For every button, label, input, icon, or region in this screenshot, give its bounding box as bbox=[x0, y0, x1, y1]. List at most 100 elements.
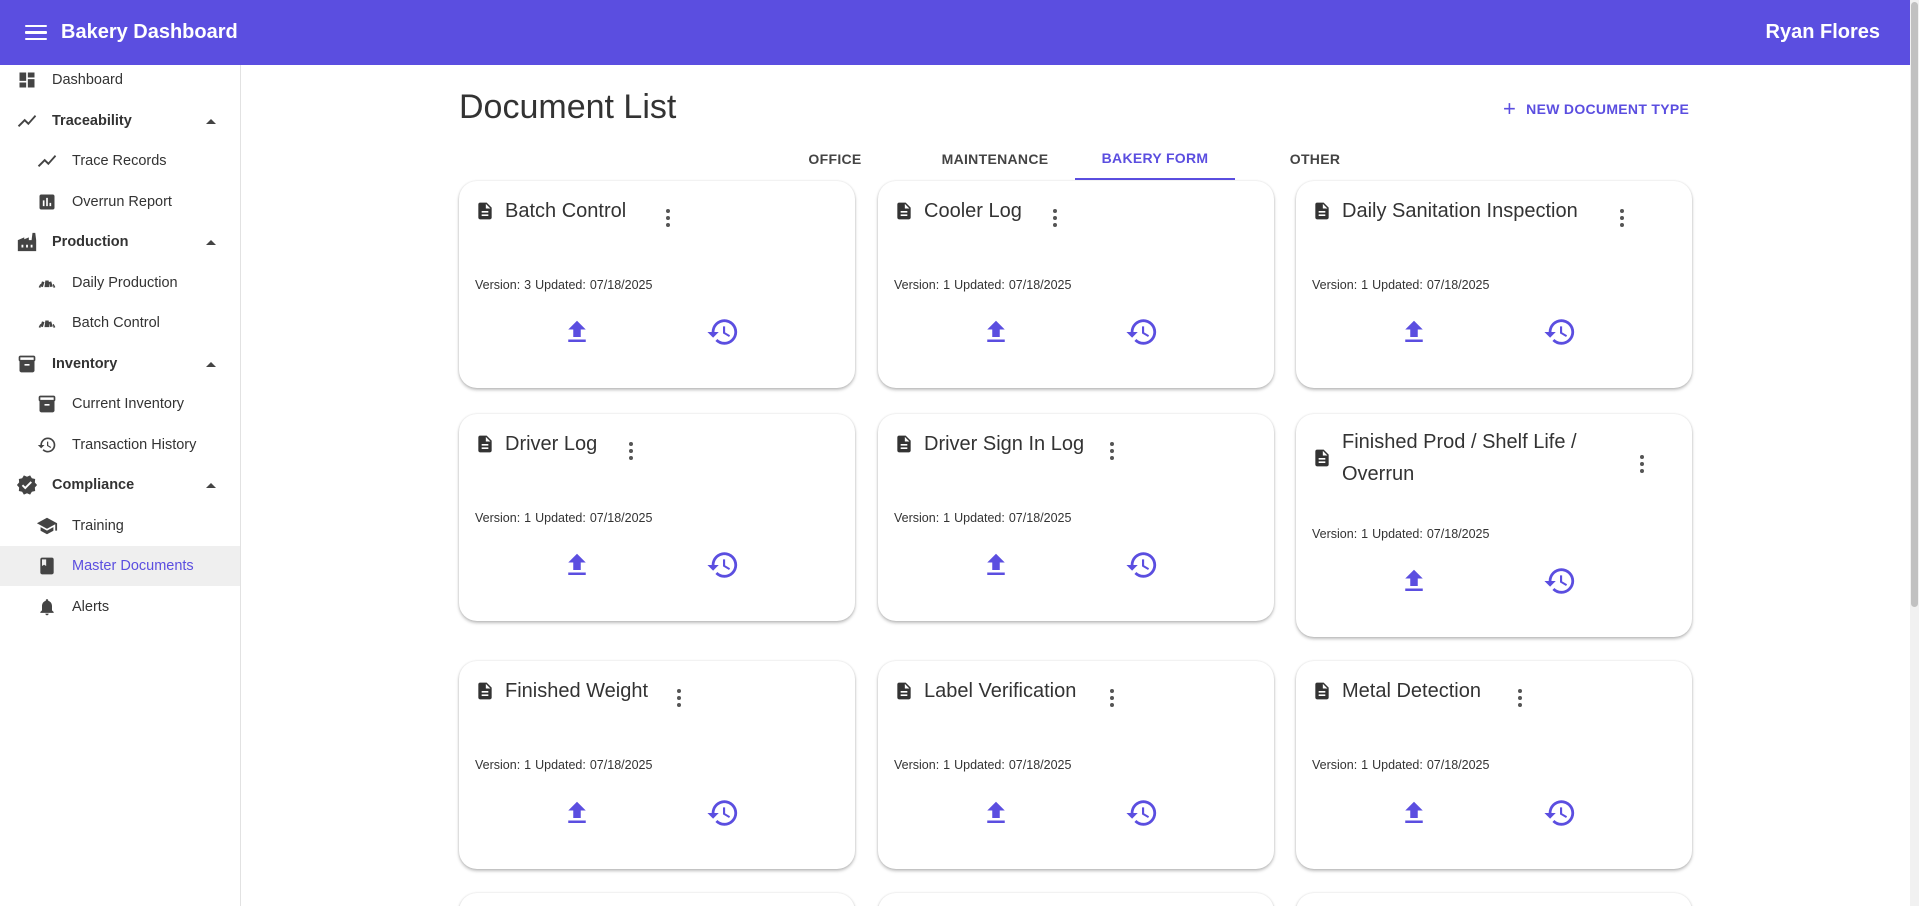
document-card[interactable]: Cooler Log Version: 1 Updated: 07/18/2025 bbox=[878, 181, 1274, 388]
document-card-partial[interactable] bbox=[459, 893, 855, 906]
more-options-icon[interactable] bbox=[1045, 206, 1065, 230]
document-card-partial[interactable] bbox=[1296, 893, 1692, 906]
document-title: Driver Log bbox=[505, 433, 598, 455]
sidebar-item-current-inventory[interactable]: Current Inventory bbox=[0, 384, 240, 424]
version-label: Version: bbox=[475, 511, 521, 525]
document-icon bbox=[894, 433, 914, 455]
updated-label: Updated: bbox=[954, 278, 1005, 292]
more-options-icon[interactable] bbox=[1510, 686, 1530, 710]
upload-icon[interactable] bbox=[560, 548, 594, 582]
scrollbar-thumb[interactable] bbox=[1911, 2, 1918, 607]
sidebar-item-trace-records[interactable]: Trace Records bbox=[0, 141, 240, 181]
updated-value: 07/18/2025 bbox=[1008, 278, 1072, 292]
sidebar-item-daily-production[interactable]: Daily Production bbox=[0, 263, 240, 303]
document-card[interactable]: Daily Sanitation Inspection Version: 1 Upda… bbox=[1296, 181, 1692, 388]
tab-bakery-form[interactable]: BAKERY FORM bbox=[1075, 138, 1235, 180]
version-value: 1 bbox=[1361, 278, 1369, 292]
tab-maintenance[interactable]: MAINTENANCE bbox=[915, 138, 1075, 180]
expand-less-icon[interactable] bbox=[206, 361, 216, 367]
version-history-icon[interactable] bbox=[1125, 315, 1159, 349]
document-card-partial[interactable] bbox=[878, 893, 1274, 906]
upload-icon[interactable] bbox=[560, 315, 594, 349]
document-card[interactable]: Label Verification Version: 1 Updated: 07/18… bbox=[878, 661, 1274, 869]
document-icon bbox=[475, 200, 495, 222]
sidebar-item-production[interactable]: Production bbox=[0, 222, 240, 262]
version-history-icon[interactable] bbox=[1543, 315, 1577, 349]
version-history-icon[interactable] bbox=[706, 315, 740, 349]
document-card[interactable]: Finished Prod / Shelf Life / Overrun Vers… bbox=[1296, 414, 1692, 637]
school-icon bbox=[36, 515, 58, 537]
sidebar-item-label: Dashboard bbox=[52, 72, 123, 88]
document-card[interactable]: Finished Weight Version: 1 Updated: 07/18/20… bbox=[459, 661, 855, 869]
expand-less-icon[interactable] bbox=[206, 239, 216, 245]
tab-other[interactable]: OTHER bbox=[1235, 138, 1395, 180]
version-history-icon[interactable] bbox=[1543, 796, 1577, 830]
user-name[interactable]: Ryan Flores bbox=[1766, 21, 1880, 44]
document-card[interactable]: Driver Sign In Log Version: 1 Updated: 07/18… bbox=[878, 414, 1274, 621]
more-options-icon[interactable] bbox=[621, 439, 641, 463]
trending-icon bbox=[36, 150, 58, 172]
document-meta: Version: 1 Updated: 07/18/2025 bbox=[475, 758, 656, 772]
sidebar-item-inventory[interactable]: Inventory bbox=[0, 344, 240, 384]
sidebar-item-transaction-history[interactable]: Transaction History bbox=[0, 425, 240, 465]
upload-icon[interactable] bbox=[1397, 796, 1431, 830]
document-icon bbox=[475, 680, 495, 702]
sidebar-item-label: Current Inventory bbox=[72, 396, 185, 412]
version-history-icon[interactable] bbox=[1125, 548, 1159, 582]
version-history-icon[interactable] bbox=[706, 548, 740, 582]
more-options-icon[interactable] bbox=[1632, 452, 1652, 476]
upload-icon[interactable] bbox=[1397, 315, 1431, 349]
version-label: Version: bbox=[894, 511, 940, 525]
updated-value: 07/18/2025 bbox=[1426, 278, 1490, 292]
updated-value: 07/18/2025 bbox=[1426, 758, 1490, 772]
expand-less-icon[interactable] bbox=[206, 118, 216, 124]
version-label: Version: bbox=[475, 758, 521, 772]
more-options-icon[interactable] bbox=[1102, 439, 1122, 463]
updated-label: Updated: bbox=[1372, 278, 1423, 292]
book-icon bbox=[36, 555, 58, 577]
document-card[interactable]: Driver Log Version: 1 Updated: 07/18/2025 bbox=[459, 414, 855, 621]
sidebar-item-training[interactable]: Training bbox=[0, 506, 240, 546]
more-options-icon[interactable] bbox=[658, 206, 678, 230]
version-history-icon[interactable] bbox=[1543, 564, 1577, 598]
version-value: 1 bbox=[524, 758, 532, 772]
upload-icon[interactable] bbox=[979, 548, 1013, 582]
new-document-type-button[interactable]: + NEW DOCUMENT TYPE bbox=[1503, 98, 1689, 120]
page-scrollbar[interactable] bbox=[1910, 0, 1919, 906]
sidebar-item-traceability[interactable]: Traceability bbox=[0, 101, 240, 141]
version-history-icon[interactable] bbox=[1125, 796, 1159, 830]
inventory-icon bbox=[16, 353, 38, 375]
upload-icon[interactable] bbox=[1397, 564, 1431, 598]
document-icon bbox=[894, 200, 914, 222]
upload-icon[interactable] bbox=[979, 796, 1013, 830]
sidebar-item-label: Inventory bbox=[52, 356, 118, 372]
verified-icon bbox=[16, 474, 38, 496]
upload-icon[interactable] bbox=[560, 796, 594, 830]
more-options-icon[interactable] bbox=[1102, 686, 1122, 710]
upload-icon[interactable] bbox=[979, 315, 1013, 349]
inventory-icon bbox=[36, 393, 58, 415]
sidebar-item-dashboard[interactable]: Dashboard bbox=[0, 60, 240, 100]
sidebar-item-master-documents[interactable]: Master Documents bbox=[0, 546, 240, 586]
version-history-icon[interactable] bbox=[706, 796, 740, 830]
updated-label: Updated: bbox=[1372, 527, 1423, 541]
sidebar-item-label: Training bbox=[72, 518, 124, 534]
sidebar-item-batch-control[interactable]: Batch Control bbox=[0, 303, 240, 343]
updated-value: 07/18/2025 bbox=[1008, 511, 1072, 525]
app-title: Bakery Dashboard bbox=[61, 21, 238, 43]
tab-office[interactable]: OFFICE bbox=[755, 138, 915, 180]
sidebar-item-label: Batch Control bbox=[72, 315, 160, 331]
document-card[interactable]: Batch Control Version: 3 Updated: 07/18/2025 bbox=[459, 181, 855, 388]
sidebar-item-overrun-report[interactable]: Overrun Report bbox=[0, 182, 240, 222]
more-options-icon[interactable] bbox=[669, 686, 689, 710]
menu-icon[interactable] bbox=[25, 22, 47, 44]
document-icon bbox=[1312, 200, 1332, 222]
more-options-icon[interactable] bbox=[1612, 206, 1632, 230]
sidebar-item-compliance[interactable]: Compliance bbox=[0, 465, 240, 505]
document-title: Finished Weight bbox=[505, 680, 649, 702]
sidebar-item-alerts[interactable]: Alerts bbox=[0, 587, 240, 627]
updated-label: Updated: bbox=[535, 758, 586, 772]
document-card[interactable]: Metal Detection Version: 1 Updated: 07/18/20… bbox=[1296, 661, 1692, 869]
expand-less-icon[interactable] bbox=[206, 482, 216, 488]
sidebar-item-label: Master Documents bbox=[72, 558, 194, 574]
